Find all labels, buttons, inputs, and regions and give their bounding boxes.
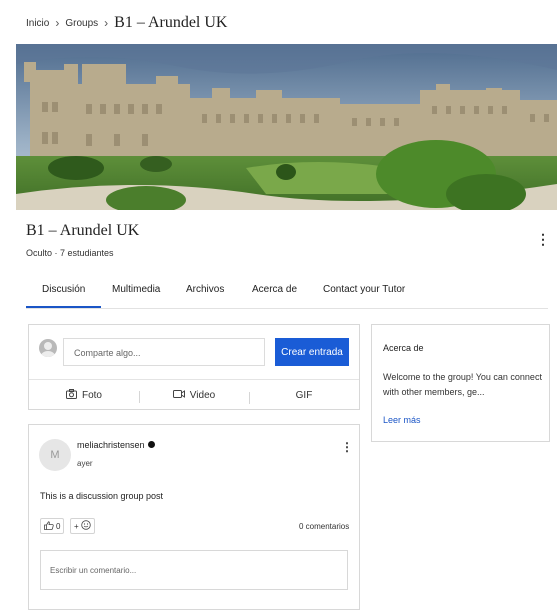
chevron-right-icon: › [55,16,60,30]
gif-label: GIF [295,389,313,401]
breadcrumb-home[interactable]: Inicio [26,18,49,29]
create-post-button[interactable]: Crear entrada [275,338,349,366]
group-title: B1 – Arundel UK [26,222,140,239]
chevron-right-icon: › [104,16,109,30]
breadcrumb: Inicio › Groups › B1 – Arundel UK [26,14,227,32]
read-more-link[interactable]: Leer más [383,415,421,425]
video-icon [172,389,185,402]
tab-bar: Discusión Multimedia Archivos Acerca de … [25,272,548,309]
like-count: 0 [56,521,61,531]
post-body: This is a discussion group post [40,491,164,501]
author-name: meliachristensen [77,440,145,450]
verified-badge-icon [147,440,155,450]
composer-media-row: Foto Video GIF [29,379,359,410]
post-timestamp: ayer [77,459,93,468]
comment-input[interactable]: Escribir un comentario... [40,550,348,590]
tab-about[interactable]: Acerca de [252,284,297,295]
breadcrumb-groups[interactable]: Groups [65,18,98,29]
post-composer: Comparte algo... Crear entrada Foto Vide… [28,324,360,410]
tab-contact-tutor[interactable]: Contact your Tutor [323,284,405,295]
discussion-post: M meliachristensen ayer ⋮ This is a disc… [28,424,360,610]
add-reaction-button[interactable]: + [70,518,95,534]
comments-count[interactable]: 0 comentarios [299,522,349,531]
tab-discussion[interactable]: Discusión [25,284,102,308]
thumbs-up-icon [44,520,54,532]
emoji-icon [80,520,91,532]
camera-icon [65,388,77,402]
photo-button[interactable]: Foto [29,388,139,402]
tab-multimedia[interactable]: Multimedia [112,284,160,295]
post-options-kebab-icon[interactable]: ⋮ [341,440,353,454]
author-avatar[interactable]: M [39,439,71,471]
share-input[interactable]: Comparte algo... [63,338,265,366]
post-author[interactable]: meliachristensen [77,440,155,450]
about-title: Acerca de [383,343,424,353]
group-subtitle: Oculto · 7 estudiantes [26,248,114,258]
about-description: Welcome to the group! You can connect wi… [383,372,542,397]
breadcrumb-current: B1 – Arundel UK [114,14,228,31]
gif-button[interactable]: GIF [249,389,359,404]
user-avatar [39,339,57,357]
group-banner-image [16,44,557,210]
tab-files[interactable]: Archivos [186,284,224,295]
about-card: Acerca de Welcome to the group! You can … [371,324,550,442]
group-options-kebab-icon[interactable]: ⋮ [536,232,550,246]
plus-icon: + [74,521,79,531]
like-button[interactable]: 0 [40,518,65,534]
photo-label: Foto [81,389,102,401]
video-button[interactable]: Video [139,389,249,403]
video-label: Video [189,389,216,401]
